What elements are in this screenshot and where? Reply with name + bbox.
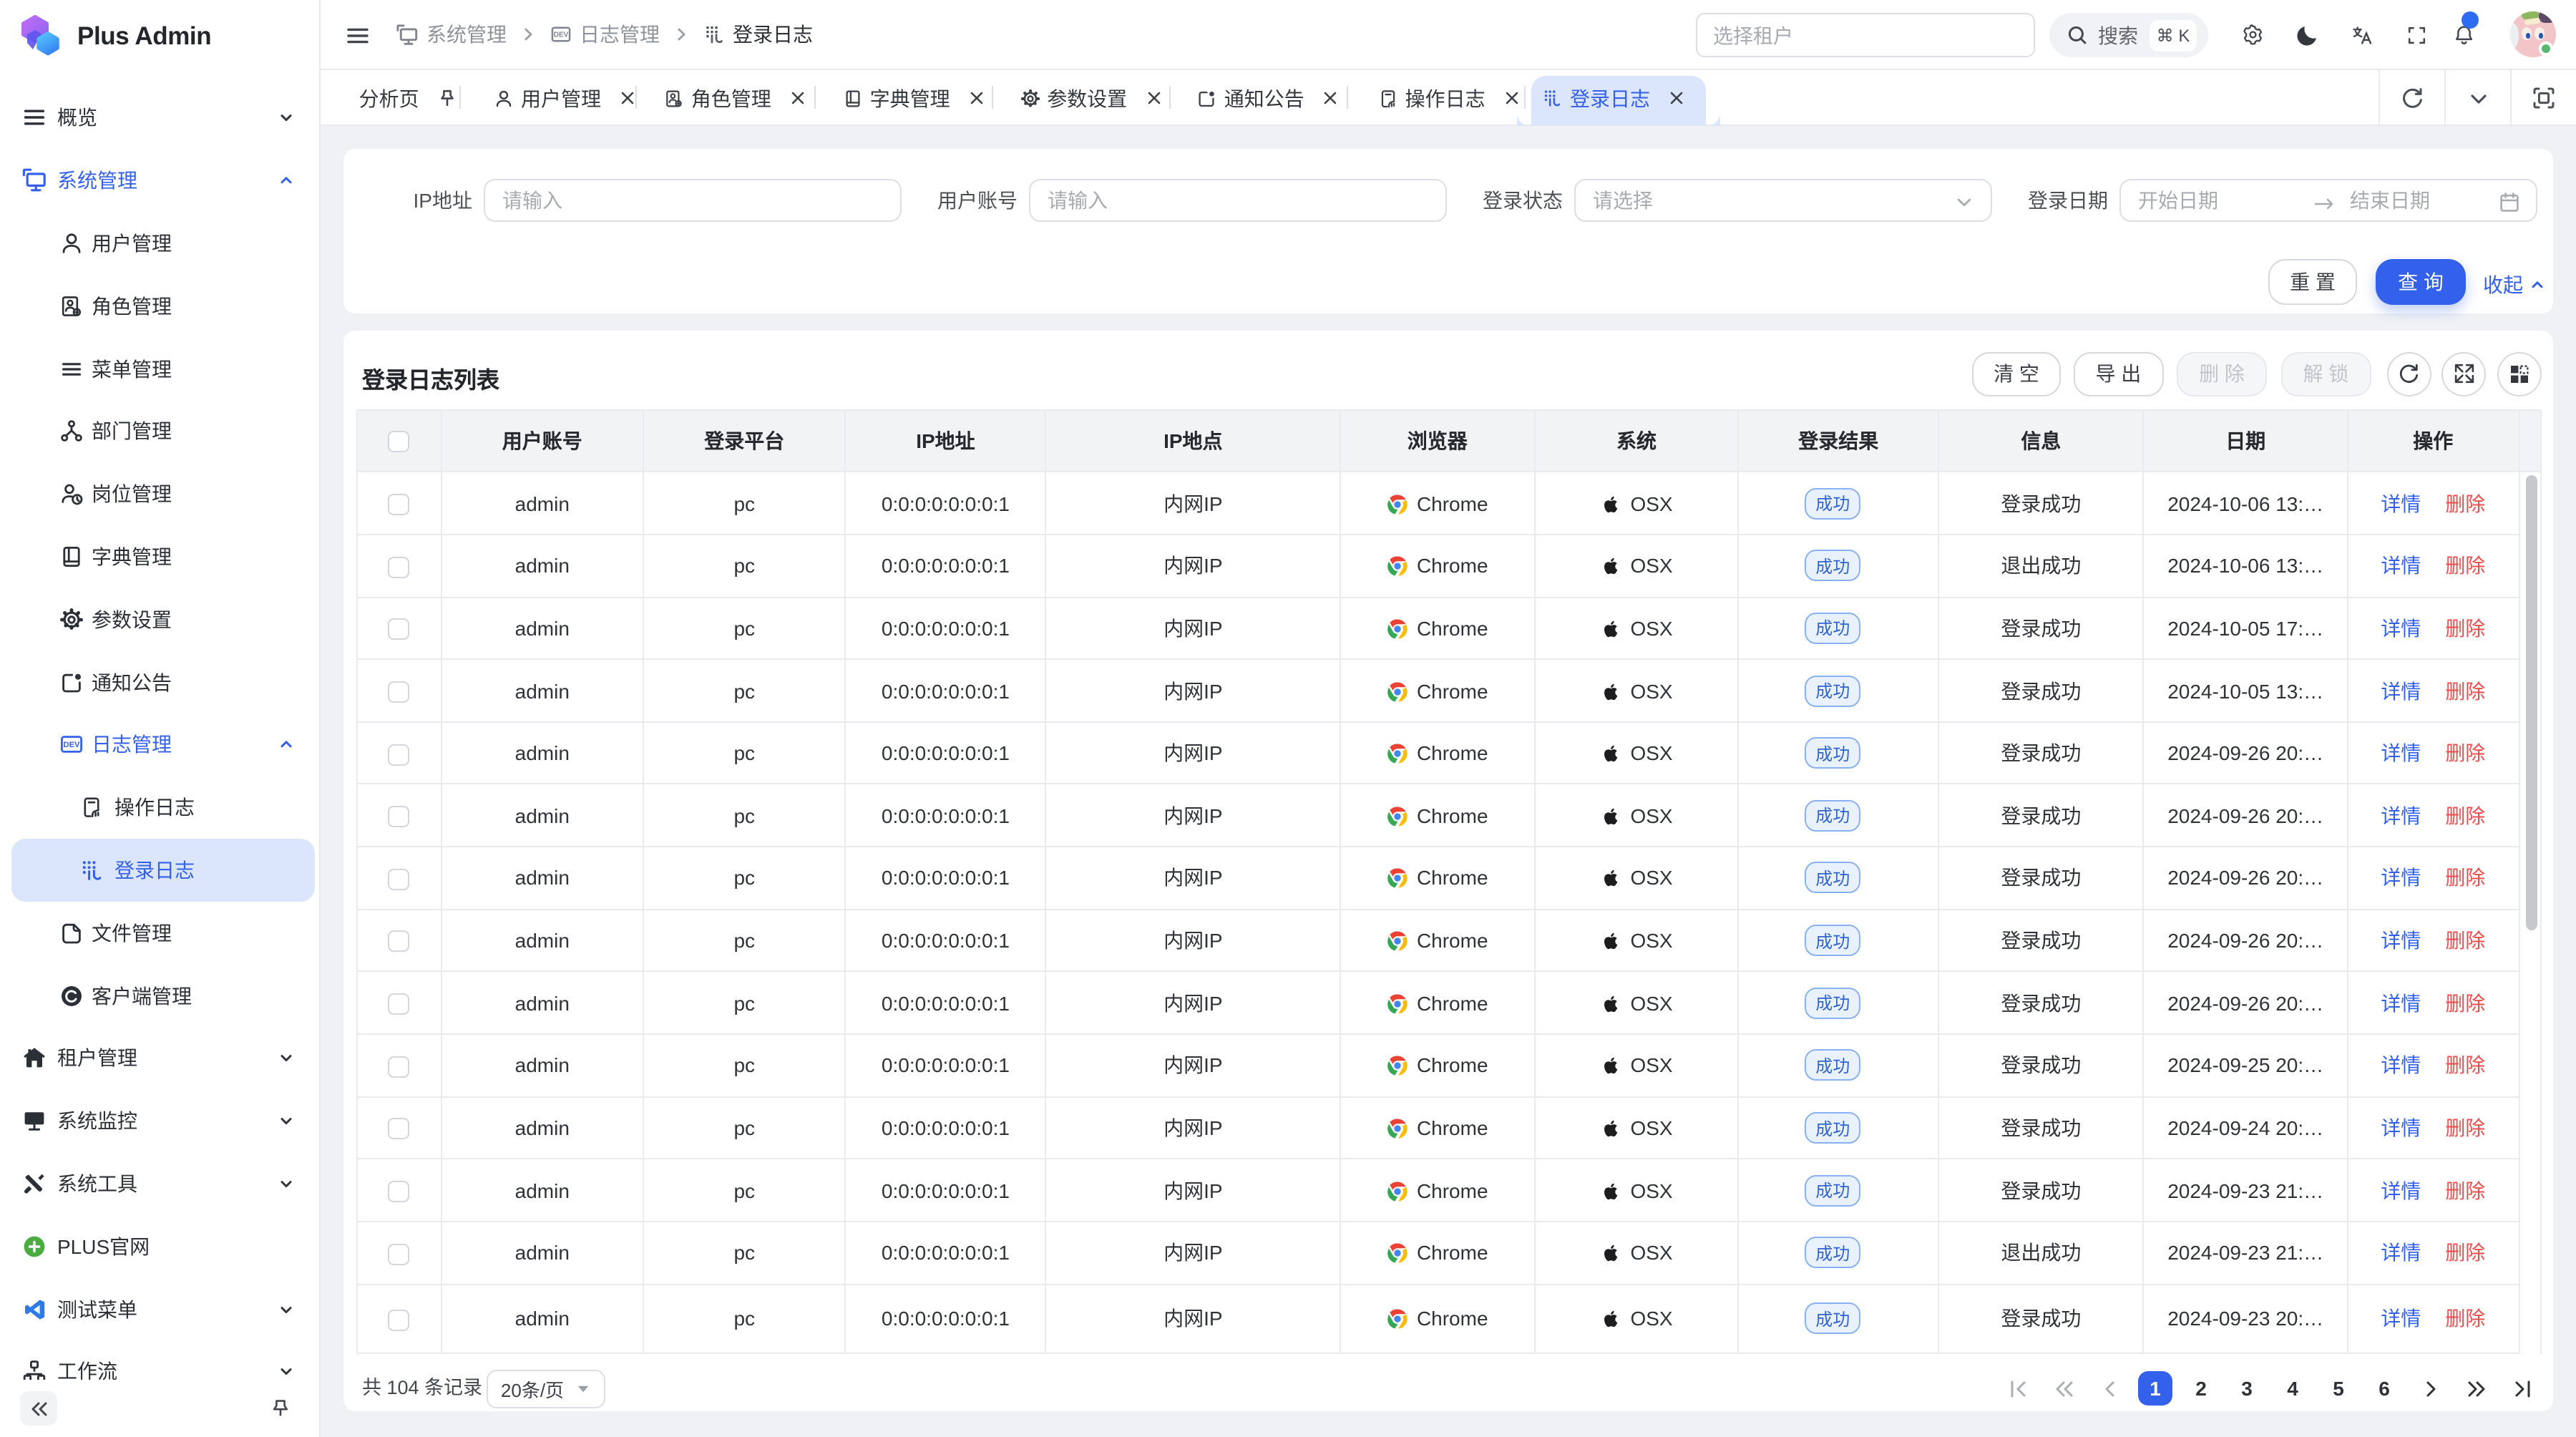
svg-text:DEV: DEV xyxy=(554,31,569,39)
svg-text:DEV: DEV xyxy=(63,741,80,750)
